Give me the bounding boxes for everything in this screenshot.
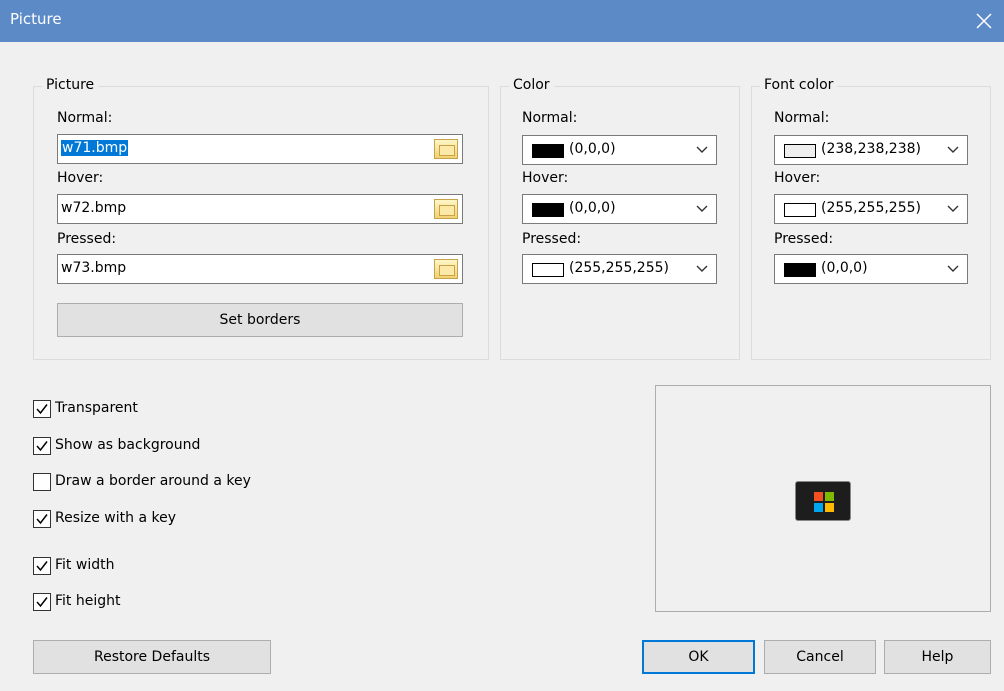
logo-blue-square (814, 503, 823, 512)
color-hover-select[interactable]: (0,0,0) (522, 194, 717, 224)
cancel-button[interactable]: Cancel (764, 640, 876, 674)
title-bar: Picture (0, 0, 1004, 42)
picture-normal-field[interactable]: w71.bmp (57, 134, 463, 164)
color-group-legend: Color (509, 77, 554, 93)
color-swatch (532, 203, 564, 217)
picture-group-legend: Picture (42, 77, 99, 93)
picture-normal-value: w71.bmp (61, 140, 129, 156)
chevron-down-icon (696, 265, 708, 272)
restore-defaults-button[interactable]: Restore Defaults (33, 640, 271, 674)
color-normal-value: (0,0,0) (569, 141, 616, 157)
checkbox-box[interactable] (33, 557, 51, 575)
font-pressed-select[interactable]: (0,0,0) (774, 254, 968, 284)
font-normal-select[interactable]: (238,238,238) (774, 135, 968, 165)
font-normal-value: (238,238,238) (821, 141, 921, 157)
preview-key (795, 481, 851, 521)
ok-button[interactable]: OK (642, 640, 755, 674)
checkbox-box[interactable] (33, 593, 51, 611)
font-normal-label: Normal: (774, 110, 830, 126)
color-pressed-value: (255,255,255) (569, 260, 669, 276)
close-button[interactable] (964, 0, 1004, 42)
picture-hover-value: w72.bmp (61, 200, 127, 216)
color-pressed-select[interactable]: (255,255,255) (522, 254, 717, 284)
color-swatch (784, 144, 816, 158)
font-hover-select[interactable]: (255,255,255) (774, 194, 968, 224)
window-title: Picture (10, 10, 62, 28)
font-pressed-label: Pressed: (774, 231, 834, 247)
chevron-down-icon (947, 265, 959, 272)
draw-border-label: Draw a border around a key (55, 473, 251, 489)
checkbox-box[interactable] (33, 400, 51, 418)
font-hover-value: (255,255,255) (821, 200, 921, 216)
folder-icon[interactable] (434, 259, 458, 279)
color-swatch (784, 203, 816, 217)
font-hover-label: Hover: (774, 170, 821, 186)
checkmark-icon (36, 514, 48, 525)
chevron-down-icon (696, 205, 708, 212)
color-normal-select[interactable]: (0,0,0) (522, 135, 717, 165)
logo-red-square (814, 492, 823, 501)
chevron-down-icon (947, 205, 959, 212)
transparent-label: Transparent (55, 400, 138, 416)
color-hover-label: Hover: (522, 170, 569, 186)
picture-pressed-value: w73.bmp (61, 260, 127, 276)
folder-icon[interactable] (434, 199, 458, 219)
chevron-down-icon (696, 146, 708, 153)
color-swatch (532, 144, 564, 158)
checkmark-icon (36, 441, 48, 452)
checkmark-icon (36, 597, 48, 608)
logo-green-square (825, 492, 834, 501)
picture-pressed-label: Pressed: (57, 231, 117, 247)
fit-width-label: Fit width (55, 557, 115, 573)
resize-with-key-label: Resize with a key (55, 510, 176, 526)
logo-yellow-square (825, 503, 834, 512)
color-pressed-label: Pressed: (522, 231, 582, 247)
folder-icon[interactable] (434, 139, 458, 159)
set-borders-button[interactable]: Set borders (57, 303, 463, 337)
chevron-down-icon (947, 146, 959, 153)
close-icon (976, 13, 992, 29)
color-normal-label: Normal: (522, 110, 578, 126)
picture-hover-label: Hover: (57, 170, 104, 186)
windows-logo-icon (814, 492, 834, 512)
picture-normal-label: Normal: (57, 110, 113, 126)
checkbox-box[interactable] (33, 510, 51, 528)
checkbox-box[interactable] (33, 437, 51, 455)
help-button[interactable]: Help (884, 640, 991, 674)
checkmark-icon (36, 561, 48, 572)
key-preview (655, 385, 991, 612)
fit-height-label: Fit height (55, 593, 121, 609)
color-hover-value: (0,0,0) (569, 200, 616, 216)
color-swatch (784, 263, 816, 277)
picture-hover-field[interactable]: w72.bmp (57, 194, 463, 224)
picture-pressed-field[interactable]: w73.bmp (57, 254, 463, 284)
font-pressed-value: (0,0,0) (821, 260, 868, 276)
checkmark-icon (36, 404, 48, 415)
font-color-group-legend: Font color (760, 77, 838, 93)
show-as-background-label: Show as background (55, 437, 201, 453)
checkbox-box[interactable] (33, 473, 51, 491)
color-swatch (532, 263, 564, 277)
